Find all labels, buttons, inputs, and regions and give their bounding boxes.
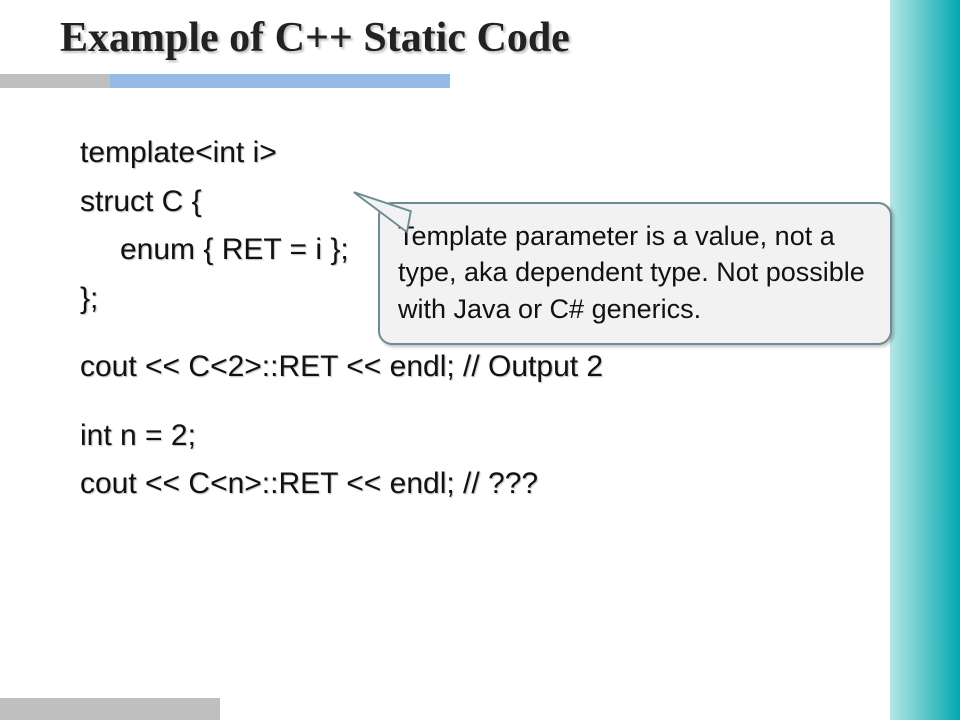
code-line: template<int i> <box>80 130 870 177</box>
callout-pointer-icon <box>350 188 426 242</box>
slide-title: Example of C++ Static Code <box>60 14 570 62</box>
code-line: int n = 2; <box>80 413 870 460</box>
callout-text: Template parameter is a value, not a typ… <box>398 221 865 324</box>
code-line: cout << C<2>::RET << endl; // Output 2 <box>80 344 870 391</box>
title-underline-blue <box>110 74 450 88</box>
footer-gray-bar <box>0 698 220 720</box>
right-gradient-band <box>890 0 960 720</box>
callout-box: Template parameter is a value, not a typ… <box>378 202 892 345</box>
code-line: cout << C<n>::RET << endl; // ??? <box>80 461 870 508</box>
